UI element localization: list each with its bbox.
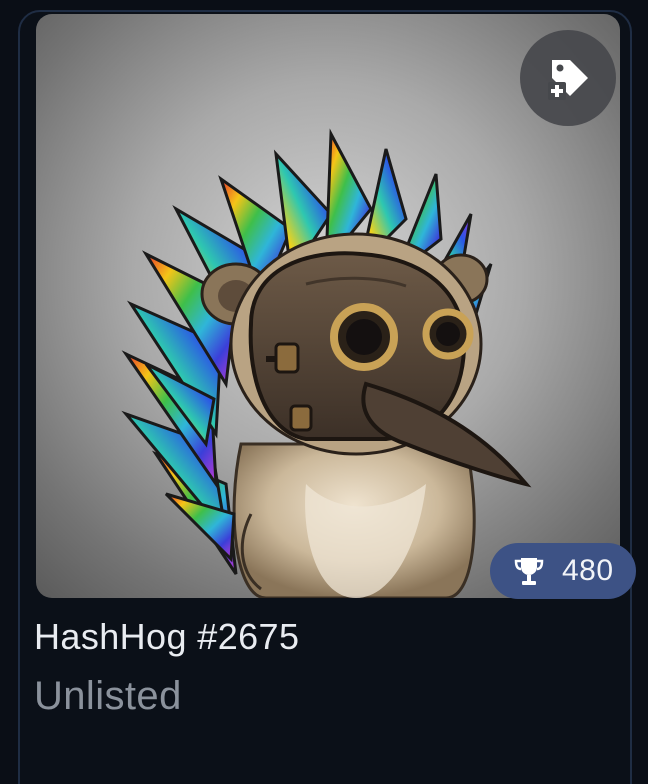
page: 480 HashHog #2675 Unlisted <box>0 0 648 784</box>
score-badge: 480 <box>490 543 636 599</box>
tag-plus-icon <box>548 60 588 100</box>
score-value: 480 <box>562 554 614 587</box>
item-title[interactable]: HashHog #2675 <box>34 616 299 658</box>
listing-status: Unlisted <box>34 674 182 718</box>
trophy-icon <box>514 558 544 585</box>
add-tag-button[interactable] <box>520 30 616 126</box>
